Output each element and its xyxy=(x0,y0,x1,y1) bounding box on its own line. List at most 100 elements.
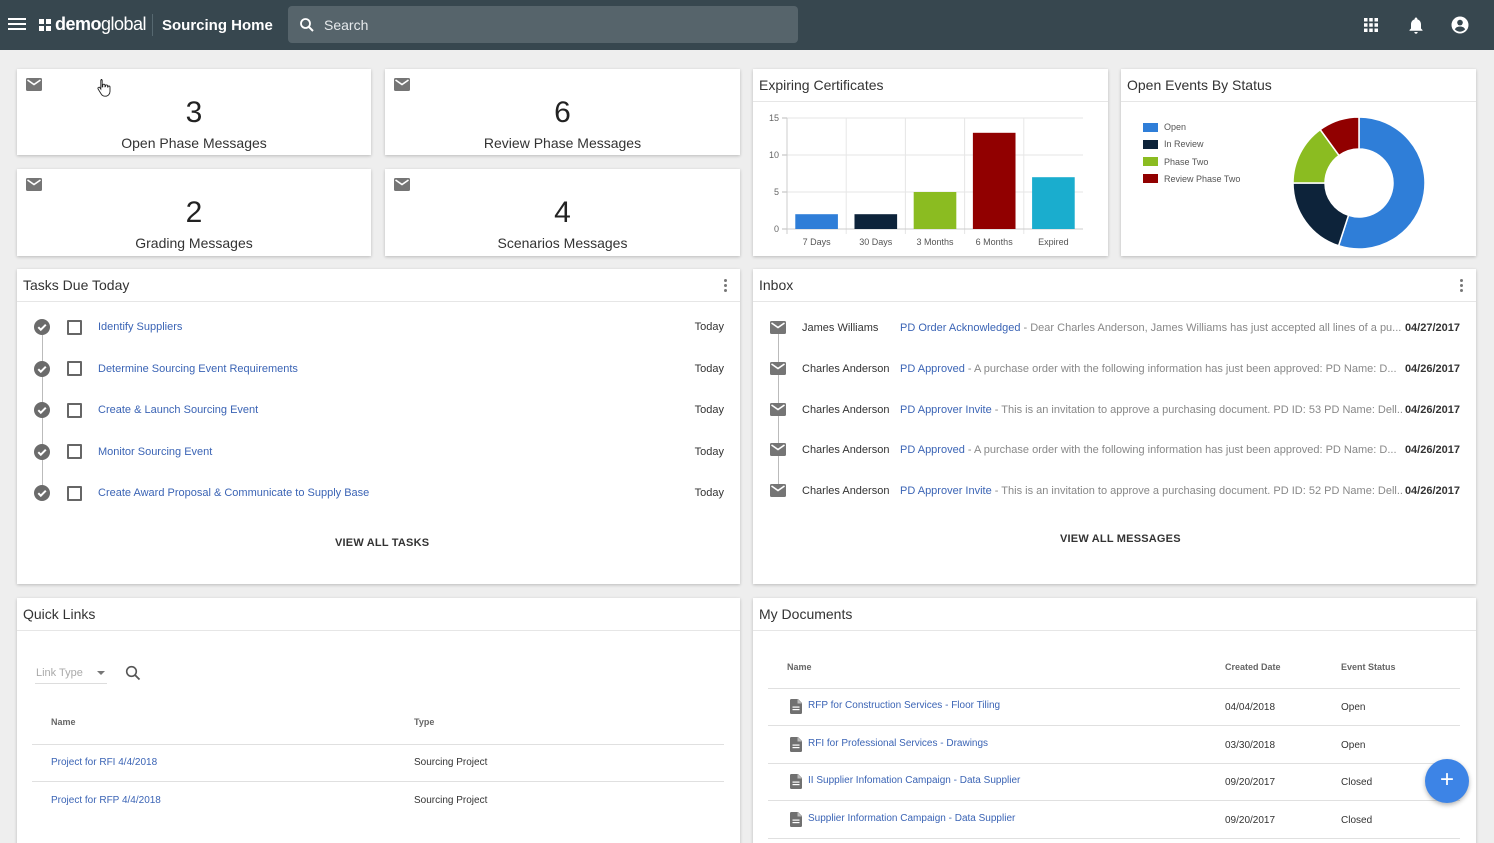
view-all-messages-button[interactable]: VIEW ALL MESSAGES xyxy=(1060,533,1181,545)
document-name-link[interactable]: RFI for Professional Services - Drawings xyxy=(808,738,988,749)
card-title: Open Events By Status xyxy=(1127,77,1272,93)
stat-label: Scenarios Messages xyxy=(497,235,628,251)
legend-item[interactable]: Phase Two xyxy=(1143,156,1208,168)
legend-label: In Review xyxy=(1164,139,1204,150)
quick-link-name[interactable]: Project for RFP 4/4/2018 xyxy=(51,795,161,806)
inbox-message-row[interactable]: Charles Anderson PD Approved - A purchase… xyxy=(753,440,1476,460)
y-tick-label: 0 xyxy=(774,224,779,234)
card-title: My Documents xyxy=(759,606,853,622)
bar-6-months[interactable] xyxy=(972,132,1016,229)
legend-label: Phase Two xyxy=(1164,156,1209,167)
task-row: Monitor Sourcing Event Today xyxy=(17,441,740,463)
search-icon[interactable] xyxy=(125,665,141,681)
message-preview: PD Approver Invite - This is an invitati… xyxy=(900,404,1402,416)
inbox-message-row[interactable]: James Williams PD Order Acknowledged - De… xyxy=(753,318,1476,338)
logo-mark-icon xyxy=(39,18,51,31)
more-options-icon[interactable] xyxy=(1460,279,1464,293)
task-checkbox[interactable] xyxy=(67,319,82,335)
task-checkbox[interactable] xyxy=(67,444,82,459)
legend-swatch xyxy=(1143,139,1158,149)
notifications-bell-icon[interactable] xyxy=(1406,15,1426,35)
bar-expired[interactable] xyxy=(1032,177,1075,229)
column-header-type[interactable]: Type xyxy=(414,717,434,727)
bar-3-months[interactable] xyxy=(913,192,957,229)
more-options-icon[interactable] xyxy=(724,279,728,293)
divider xyxy=(1121,101,1476,102)
brand-logo[interactable]: demoglobal xyxy=(39,14,147,35)
stat-card-review-phase[interactable]: 6 Review Phase Messages xyxy=(385,69,740,155)
stat-label: Open Phase Messages xyxy=(121,135,267,151)
link-type-select[interactable]: Link Type xyxy=(35,660,107,684)
brand-light: global xyxy=(101,14,147,34)
document-event-status: Closed xyxy=(1341,815,1373,827)
open-events-card: Open Events By Status Open In Review Phase… xyxy=(1121,69,1476,256)
document-name-link[interactable]: Supplier Information Campaign - Data Sup… xyxy=(808,813,1015,824)
quick-link-name[interactable]: Project for RFI 4/4/2018 xyxy=(51,757,157,768)
view-all-tasks-button[interactable]: VIEW ALL TASKS xyxy=(335,537,429,549)
bar-7-days[interactable] xyxy=(795,214,838,229)
slice-in-review[interactable] xyxy=(1292,182,1350,247)
task-link[interactable]: Create Award Proposal & Communicate to S… xyxy=(98,487,369,499)
task-link[interactable]: Determine Sourcing Event Requirements xyxy=(98,363,298,375)
task-link[interactable]: Create & Launch Sourcing Event xyxy=(98,404,258,416)
stat-card-grading[interactable]: 2 Grading Messages xyxy=(17,169,371,256)
document-name-link[interactable]: II Supplier Infomation Campaign - Data S… xyxy=(808,775,1020,786)
card-title: Expiring Certificates xyxy=(759,77,884,93)
task-link[interactable]: Identify Suppliers xyxy=(98,321,182,333)
legend-item[interactable]: Review Phase Two xyxy=(1143,173,1240,185)
quick-link-row: Project for RFI 4/4/2018 Sourcing Project xyxy=(17,744,740,782)
task-checkbox[interactable] xyxy=(67,485,82,501)
column-header-name[interactable]: Name xyxy=(787,662,812,672)
message-subject-link[interactable]: PD Order Acknowledged xyxy=(900,322,1020,334)
document-event-status: Closed xyxy=(1341,777,1373,789)
search-input[interactable] xyxy=(324,16,764,33)
message-preview: PD Order Acknowledged - Dear Charles And… xyxy=(900,322,1402,334)
task-link[interactable]: Monitor Sourcing Event xyxy=(98,446,212,458)
inbox-message-row[interactable]: Charles Anderson PD Approved - A purchase… xyxy=(753,359,1476,379)
mail-icon xyxy=(770,402,786,419)
document-name-link[interactable]: RFP for Construction Services - Floor Ti… xyxy=(808,700,1000,711)
inbox-message-row[interactable]: Charles Anderson PD Approver Invite - Thi… xyxy=(753,481,1476,501)
stat-label: Review Phase Messages xyxy=(483,135,642,151)
message-date: 04/26/2017 xyxy=(1404,403,1460,416)
message-subject-link[interactable]: PD Approved xyxy=(900,444,965,456)
page-title: Sourcing Home xyxy=(162,17,273,34)
document-created-date: 03/30/2018 xyxy=(1225,739,1276,751)
stat-card-scenarios[interactable]: 4 Scenarios Messages xyxy=(385,169,740,256)
card-title: Tasks Due Today xyxy=(23,277,130,293)
stat-value: 2 xyxy=(185,196,203,229)
legend-item[interactable]: In Review xyxy=(1143,138,1204,150)
completed-check-icon xyxy=(34,360,50,377)
bar-30-days[interactable] xyxy=(854,214,898,229)
inbox-message-row[interactable]: Charles Anderson PD Approver Invite - Thi… xyxy=(753,400,1476,420)
tasks-due-today-card: Tasks Due Today Identify Suppliers Today D… xyxy=(17,269,740,584)
account-circle-icon[interactable] xyxy=(1450,15,1470,35)
column-header-name[interactable]: Name xyxy=(51,717,76,727)
divider xyxy=(17,301,740,302)
add-fab-button[interactable]: + xyxy=(1425,759,1469,803)
message-snippet: - A purchase order with the following in… xyxy=(964,444,1397,457)
inbox-card: Inbox James Williams PD Order Acknowledge… xyxy=(753,269,1476,584)
message-subject-link[interactable]: PD Approver Invite xyxy=(900,485,992,497)
task-checkbox[interactable] xyxy=(67,361,82,376)
quick-link-row: Project for RFP 4/4/2018 Sourcing Project xyxy=(17,782,740,820)
message-subject-link[interactable]: PD Approver Invite xyxy=(900,404,992,416)
task-due: Today xyxy=(694,321,724,333)
column-header-created-date[interactable]: Created Date xyxy=(1225,662,1281,672)
document-created-date: 04/04/2018 xyxy=(1225,702,1276,713)
message-subject-link[interactable]: PD Approved xyxy=(900,363,965,375)
search-bar[interactable] xyxy=(288,6,798,43)
message-date: 04/27/2017 xyxy=(1404,322,1460,334)
column-header-event-status[interactable]: Event Status xyxy=(1341,662,1396,672)
top-app-bar: demoglobal Sourcing Home xyxy=(0,0,1494,50)
document-row: II Supplier Infomation Campaign - Data S… xyxy=(753,763,1476,802)
y-tick-label: 10 xyxy=(769,150,779,160)
stat-card-open-phase[interactable]: 3 Open Phase Messages xyxy=(17,69,371,155)
message-snippet: - This is an invitation to approve a pur… xyxy=(991,485,1402,498)
task-checkbox[interactable] xyxy=(67,402,82,418)
document-icon xyxy=(790,736,802,757)
legend-item[interactable]: Open xyxy=(1143,121,1186,133)
message-preview: PD Approved - A purchase order with the … xyxy=(900,444,1402,456)
menu-icon[interactable] xyxy=(8,15,26,35)
apps-grid-icon[interactable] xyxy=(1361,15,1381,35)
